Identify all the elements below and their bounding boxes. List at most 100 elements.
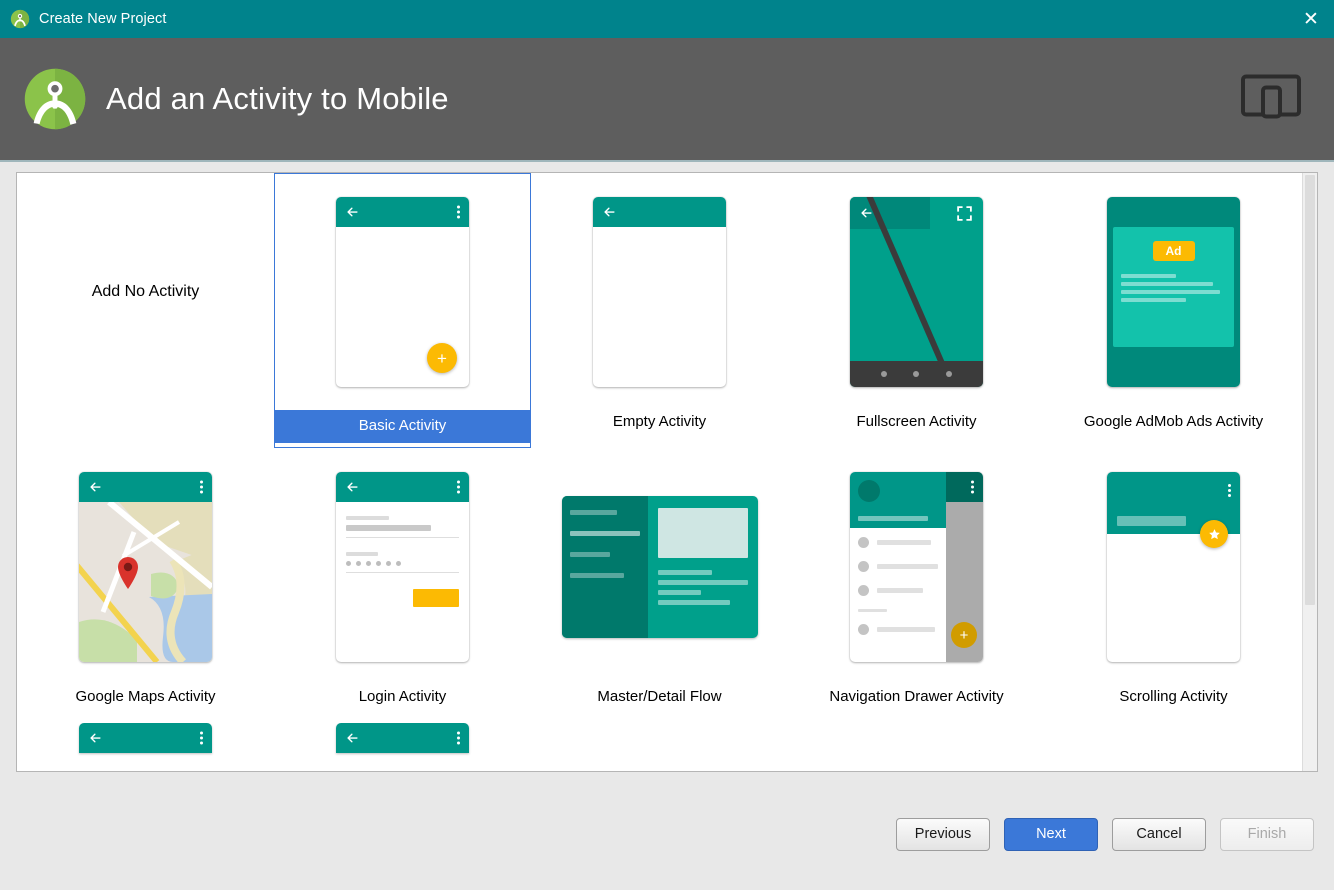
drawer-divider: [858, 609, 887, 612]
detail-hero-image: [657, 508, 748, 558]
list-item: [858, 624, 938, 635]
list-item: [858, 561, 938, 572]
floating-action-button-icon: +: [427, 343, 457, 373]
password-field-value: [346, 561, 459, 566]
phone-mock: [79, 472, 212, 662]
page-title: Add an Activity to Mobile: [106, 81, 449, 116]
activity-tile-label: Navigation Drawer Activity: [829, 688, 1004, 705]
activity-tile-partial: [788, 723, 1045, 765]
activity-tile-partial[interactable]: [17, 723, 274, 765]
password-field-label: [346, 552, 378, 556]
android-studio-logo-icon: [10, 9, 30, 29]
floating-action-button-icon: [1200, 520, 1228, 548]
detail-pane: [648, 496, 758, 638]
thumbnail-empty: [531, 177, 788, 407]
system-nav-bar: [850, 361, 983, 387]
floating-action-button-icon: +: [951, 622, 977, 648]
activity-tile-partial: [531, 723, 788, 765]
back-arrow-icon: [859, 206, 874, 221]
back-arrow-icon: [88, 731, 103, 746]
wizard-header: Add an Activity to Mobile: [0, 38, 1334, 162]
activity-tile-label: Basic Activity: [274, 410, 531, 443]
activity-gallery-frame: Add No Activity + Basic Activity Empty A…: [16, 172, 1318, 772]
overflow-menu-icon: [200, 480, 203, 494]
activity-tile-navigation-drawer-activity[interactable]: + Navigation Drawer Activity: [788, 448, 1045, 723]
phone-mock: [1107, 472, 1240, 662]
finish-button: Finish: [1220, 817, 1314, 851]
list-item: [858, 585, 938, 596]
overflow-menu-icon: [457, 480, 460, 494]
overflow-menu-icon: [457, 205, 460, 219]
window-titlebar: Create New Project ✕: [0, 0, 1334, 38]
activity-tile-login-activity[interactable]: Login Activity: [274, 448, 531, 723]
tablet-mock: [561, 496, 758, 638]
drawer-header: [850, 472, 946, 528]
back-arrow-icon: [345, 480, 360, 495]
overflow-menu-icon: [971, 480, 974, 494]
next-button[interactable]: Next: [1004, 817, 1098, 851]
app-bar: [850, 197, 930, 229]
close-icon[interactable]: ✕: [1288, 0, 1334, 38]
app-bar: [79, 472, 212, 502]
phone-mock: +: [850, 472, 983, 662]
activity-grid: Add No Activity + Basic Activity Empty A…: [17, 173, 1302, 765]
app-bar: [945, 472, 983, 502]
ad-text-lines: [1121, 274, 1226, 306]
username-field-label: [346, 516, 389, 520]
phone-mock: [336, 472, 469, 662]
activity-tile-master-detail-flow[interactable]: Master/Detail Flow: [531, 448, 788, 723]
previous-button[interactable]: Previous: [896, 817, 990, 851]
activity-gallery-area: Add No Activity + Basic Activity Empty A…: [0, 162, 1334, 777]
thumbnail-scrolling: [1045, 452, 1302, 682]
scrollbar-thumb[interactable]: [1305, 175, 1315, 605]
gallery-scrollbar[interactable]: [1302, 173, 1317, 771]
ad-card: Ad: [1113, 227, 1234, 347]
activity-tile-label: Master/Detail Flow: [597, 688, 722, 705]
app-bar: [593, 197, 726, 227]
activity-tile-label: Add No Activity: [91, 283, 200, 300]
username-field-value: [346, 525, 431, 531]
activity-tile-google-maps-activity[interactable]: Google Maps Activity: [17, 448, 274, 723]
activity-tile-label: Empty Activity: [612, 413, 707, 430]
fullscreen-expand-icon: [956, 205, 973, 222]
window-title: Create New Project: [39, 11, 167, 27]
overflow-menu-icon: [1228, 484, 1231, 497]
activity-tile-label: Fullscreen Activity: [856, 413, 977, 430]
activity-gallery-scroll[interactable]: Add No Activity + Basic Activity Empty A…: [17, 173, 1302, 771]
app-bar: [79, 723, 212, 753]
activity-tile-label: Login Activity: [358, 688, 447, 705]
activity-tile-google-admob-ads-activity[interactable]: Ad Google AdMob Ads Activity: [1045, 173, 1302, 448]
avatar: [858, 480, 880, 502]
device-form-factor-icon: [1240, 71, 1302, 128]
back-arrow-icon: [602, 205, 617, 220]
phone-mock: [593, 197, 726, 387]
app-bar-title: [1117, 516, 1187, 526]
activity-tile-add-no-activity[interactable]: Add No Activity: [17, 173, 274, 448]
map-canvas: [79, 502, 212, 662]
login-form: [336, 502, 469, 607]
thumbnail-maps: [17, 452, 274, 682]
app-bar: [336, 723, 469, 753]
activity-tile-basic-activity[interactable]: + Basic Activity: [274, 173, 531, 448]
thumbnail-masterdetail: [531, 452, 788, 682]
field-underline: [346, 572, 459, 573]
activity-tile-empty-activity[interactable]: Empty Activity: [531, 173, 788, 448]
ad-badge: Ad: [1152, 241, 1195, 261]
thumbnail-navdrawer: +: [788, 452, 1045, 682]
thumbnail-fullscreen: [788, 177, 1045, 407]
cancel-button[interactable]: Cancel: [1112, 817, 1206, 851]
phone-mock: Ad: [1107, 197, 1240, 387]
back-arrow-icon: [345, 205, 360, 220]
drawer-menu-list: [850, 528, 946, 635]
phone-mock: +: [336, 197, 469, 387]
field-underline: [346, 537, 459, 538]
activity-tile-scrolling-activity[interactable]: Scrolling Activity: [1045, 448, 1302, 723]
app-bar: [336, 472, 469, 502]
app-bar: [336, 197, 469, 227]
activity-tile-partial[interactable]: [274, 723, 531, 765]
activity-tile-fullscreen-activity[interactable]: Fullscreen Activity: [788, 173, 1045, 448]
back-arrow-icon: [345, 731, 360, 746]
master-list-pane: [561, 496, 648, 638]
thumbnail-admob: Ad: [1045, 177, 1302, 407]
android-studio-logo-icon: [22, 66, 88, 132]
